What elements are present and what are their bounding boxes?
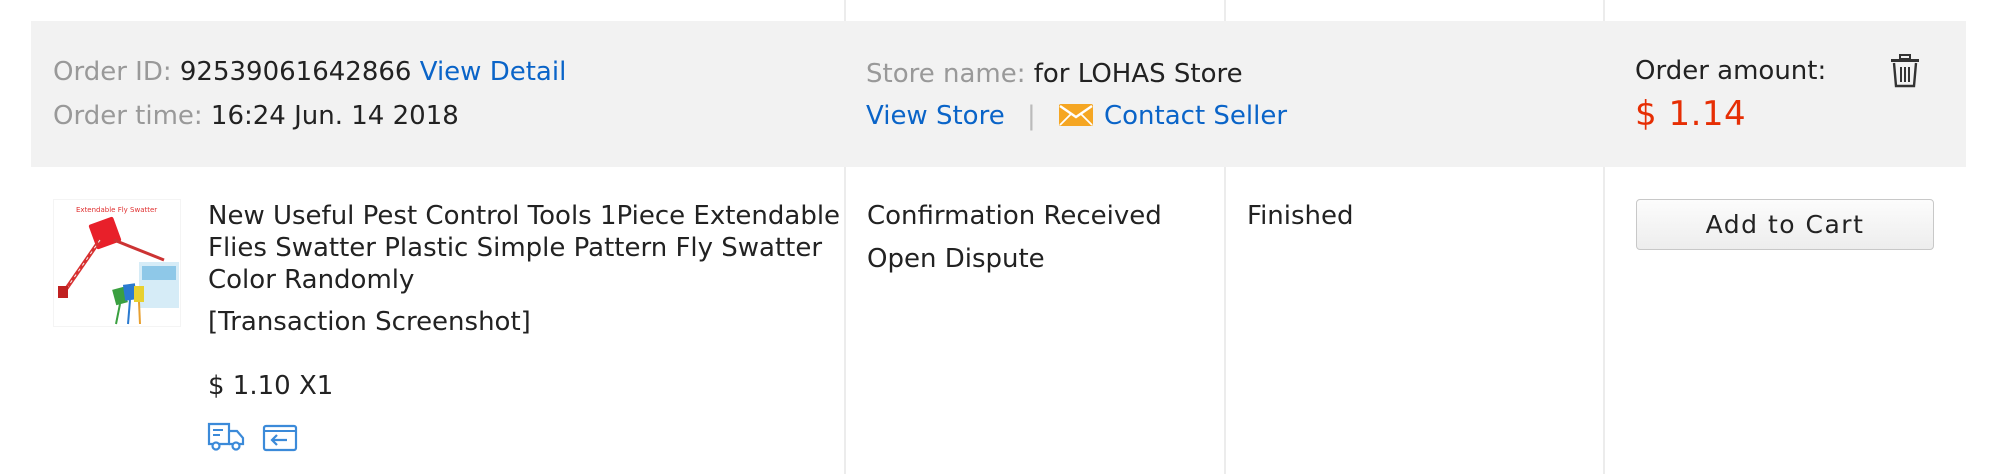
order-amount-label: Order amount: — [1635, 56, 1827, 86]
open-dispute-link[interactable]: Open Dispute — [867, 243, 1045, 275]
store-name-line: Store name: for LOHAS Store — [866, 58, 1243, 90]
view-store-link[interactable]: View Store — [866, 101, 1005, 131]
order-status: Finished — [1247, 201, 1354, 231]
add-to-cart-button[interactable]: Add to Cart — [1636, 199, 1934, 250]
order-amount-value: $ 1.14 — [1635, 94, 1747, 134]
link-separator: | — [1026, 101, 1036, 131]
envelope-icon[interactable] — [1058, 102, 1094, 128]
product-thumbnail[interactable]: Extendable Fly Swatter — [53, 199, 181, 327]
order-amount-label-line: Order amount: — [1635, 55, 1826, 87]
transaction-screenshot-link[interactable]: [Transaction Screenshot] — [208, 306, 531, 338]
fly-swatter-image: Extendable Fly Swatter — [58, 206, 179, 325]
thumb-caption: Extendable Fly Swatter — [76, 206, 157, 214]
store-links-line: View Store | Contact Seller — [866, 100, 1287, 132]
contact-seller-link[interactable]: Contact Seller — [1104, 101, 1287, 131]
truck-icon[interactable] — [207, 420, 245, 452]
order-time-line: Order time: 16:24 Jun. 14 2018 — [53, 100, 459, 132]
order-id-label: Order ID: — [53, 57, 172, 87]
order-amount-value-line: $ 1.14 — [1635, 94, 1746, 137]
order-time-label: Order time: — [53, 101, 203, 131]
return-box-icon[interactable] — [261, 420, 299, 452]
service-icons — [207, 420, 299, 452]
order-list-page: Order ID: 92539061642866 View Detail Ord… — [0, 0, 2000, 474]
confirmation-status: Confirmation Received — [867, 201, 1162, 231]
store-name-label: Store name: — [866, 59, 1026, 89]
order-id-line: Order ID: 92539061642866 View Detail — [53, 56, 566, 88]
trash-icon[interactable] — [1890, 54, 1920, 88]
product-title-link[interactable]: New Useful Pest Control Tools 1Piece Ext… — [208, 200, 848, 296]
view-detail-link[interactable]: View Detail — [420, 57, 567, 87]
order-time-value: 16:24 Jun. 14 2018 — [210, 101, 459, 131]
product-price-quantity: $ 1.10 X1 — [208, 371, 334, 401]
store-name-value: for LOHAS Store — [1033, 59, 1243, 89]
order-id-value: 92539061642866 — [179, 57, 412, 87]
